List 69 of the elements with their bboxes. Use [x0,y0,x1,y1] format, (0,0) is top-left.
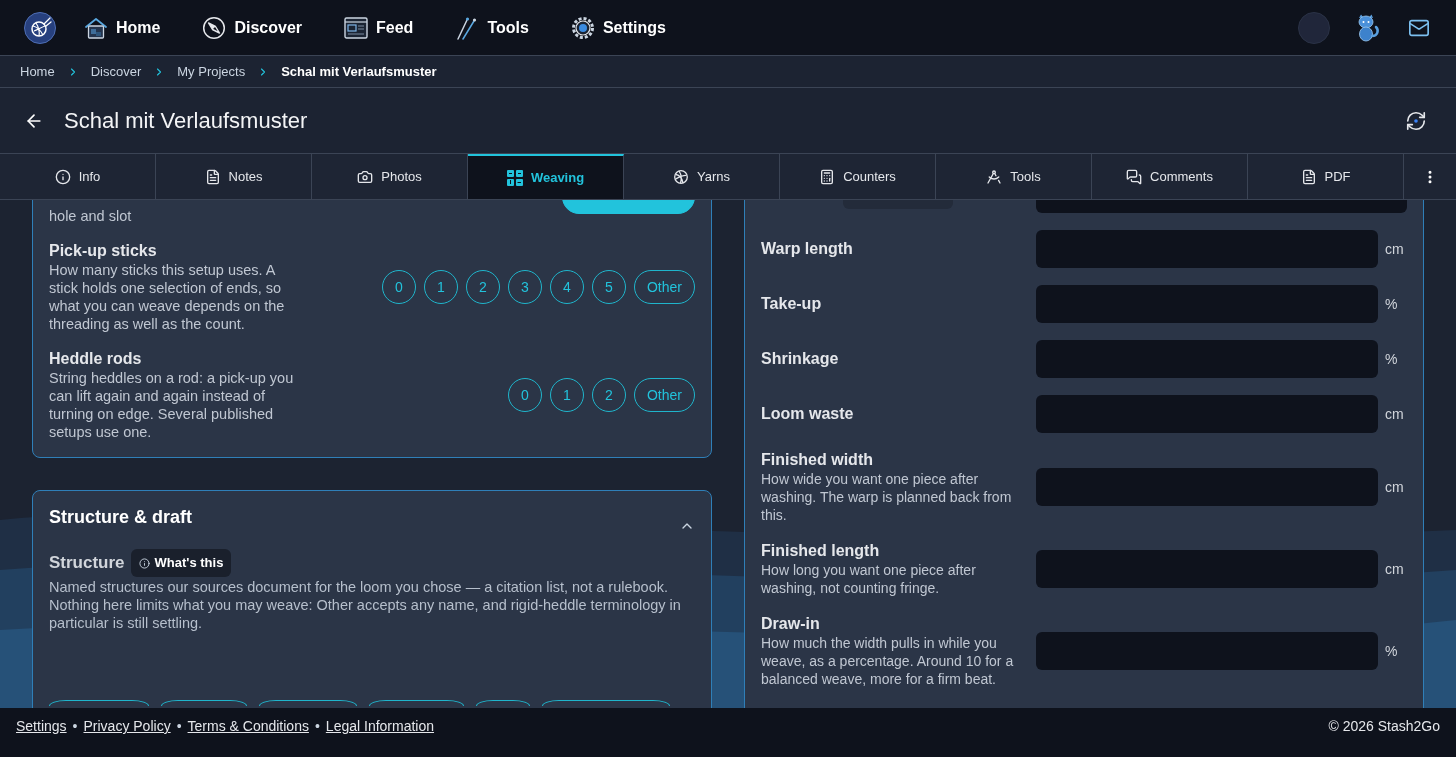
field-description: How much the width pulls in while you weave, as a percentage. Around 10 for a balanced weave, more for a firm beat. [761,634,1015,688]
input-field[interactable] [1036,468,1378,506]
field-label: Shrinkage [761,349,840,369]
breadcrumb-link[interactable]: My Projects [177,61,246,82]
nav-link[interactable]: Tools [455,15,529,40]
tab[interactable]: Weaving [468,154,624,199]
document-icon [204,168,221,185]
unit-label: cm [1385,477,1405,497]
field-label: Warp length [761,239,854,259]
option-button[interactable]: Other [634,270,695,304]
calculator-icon [819,168,836,185]
field-description: How long you want one piece after washing, not counting fringe. [761,561,977,597]
footer-link[interactable]: Legal Information [325,717,435,735]
field-label: Take-up [761,294,823,314]
bullet-separator: • [72,717,78,735]
nav-link[interactable]: Home [84,15,161,40]
bullet-separator: • [176,717,182,735]
input-field[interactable] [1036,395,1378,433]
window-icon [344,15,369,40]
footer-link[interactable]: Settings [16,717,67,735]
house-icon [84,15,108,40]
field-label: Structure [49,552,125,575]
nav-link[interactable]: Settings [570,15,666,40]
info-icon [138,557,150,569]
unit-label: cm [1385,559,1405,579]
field-description: How many sticks this setup uses. A stick holds one selection of ends, so what you can weave depends on the threading as well as the count. [49,261,286,333]
unit-label: cm [1385,239,1405,259]
field-label: Heddle rods [49,349,143,369]
camera-icon [357,168,374,185]
field-label: Finished width [761,450,874,470]
breadcrumb-current: Schal mit Verlaufsmuster [281,62,437,81]
unit-label: % [1385,641,1399,661]
field-label: Draw-in [761,614,821,634]
unit-label: cm [1385,404,1405,424]
input-field[interactable] [1036,285,1378,323]
field-label: Loom waste [761,404,855,424]
yarn-ball-icon [673,168,689,185]
unit-label: % [1385,349,1399,369]
unit-label: % [1385,294,1399,314]
settings-icon [570,15,595,40]
input-field[interactable] [1036,340,1378,378]
breadcrumb-link[interactable]: Home [20,61,55,82]
page-title: Schal mit Verlaufsmuster [64,107,308,135]
field-description: Named structures our sources document for the loom you chose — a citation list, not a rulebook. Nothing here limits what you may weave: Other accepts any name, and rigid-heddle terminology in particular is still settling. [49,578,682,632]
compass-icon [202,15,227,40]
document-icon [1300,168,1317,185]
field-description: hole and slot [49,207,133,225]
info-icon [54,168,71,185]
nav-link[interactable]: Discover [202,15,303,40]
help-button[interactable]: What's this [130,549,232,577]
card-title: Structure & draft [49,506,192,529]
field-description: How wide you want one piece after washing. The warp is planned back from this. [761,470,1013,524]
footer-link[interactable]: Privacy Policy [83,717,171,735]
input-field[interactable] [1036,230,1378,268]
input-field[interactable] [1036,632,1378,670]
nav-link[interactable]: Feed [344,15,414,40]
input-field[interactable] [1036,550,1378,588]
field-description: String heddles on a rod: a pick-up you can lift again and again instead of turning on edge. Several published setups use one. [49,369,295,441]
yarn-ball-logo-icon[interactable] [24,11,56,44]
grid-icon [506,169,523,186]
drafting-compass-icon [986,168,1003,185]
footer-link[interactable]: Terms & Conditions [187,717,309,735]
bullet-separator: • [314,717,320,735]
copyright-text: © 2026 Stash2Go [1328,717,1440,735]
chat-bubbles-icon [1126,168,1143,185]
field-label: Finished length [761,541,881,561]
refresh-icon[interactable] [1405,109,1427,132]
field-label: Pick-up sticks [49,241,158,261]
breadcrumb-link[interactable]: Discover [90,61,142,82]
